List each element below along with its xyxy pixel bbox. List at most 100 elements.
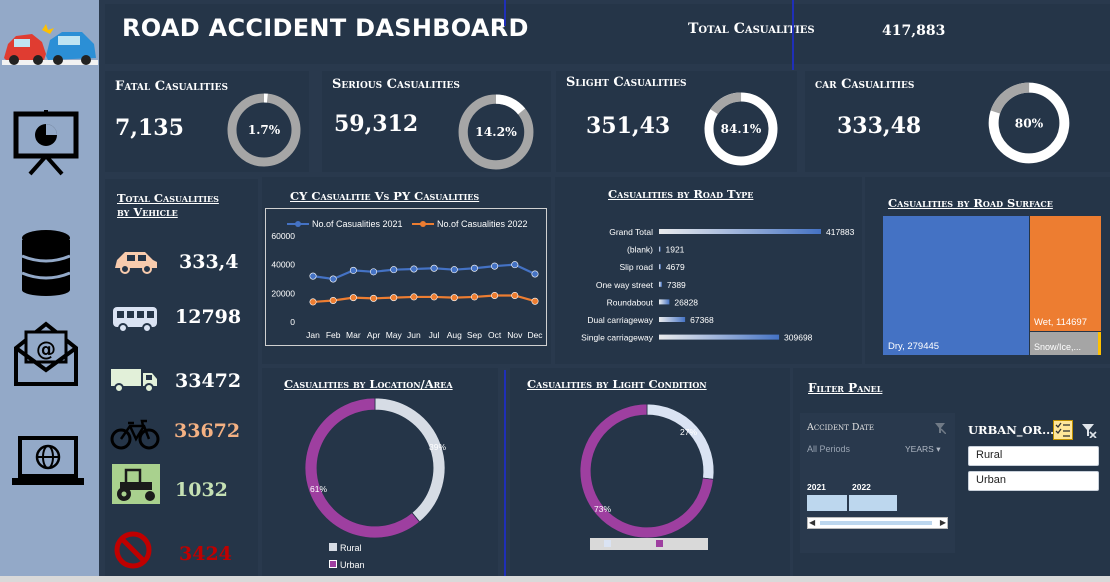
x-tick-label: Sep <box>467 330 482 340</box>
x-tick-label: Feb <box>326 330 341 340</box>
vehicle-other-value: 3424 <box>179 543 232 565</box>
x-tick-label: Jan <box>306 330 320 340</box>
laptop-globe-icon[interactable] <box>12 434 84 490</box>
total-casualities-value: 417,883 <box>882 23 946 39</box>
donut-slice <box>304 397 421 539</box>
legend-item-urban: Urban <box>329 557 365 574</box>
data-point <box>349 266 357 274</box>
date-slicer[interactable]: Accident Date All Periods YEARS ▾ 2021 2… <box>800 413 955 553</box>
timeline-selection[interactable] <box>807 495 897 511</box>
scroll-right-icon[interactable]: ▶ <box>940 518 946 527</box>
legend-swatch <box>604 540 611 547</box>
x-tick-label: Jul <box>429 330 440 340</box>
y-tick-label: 60000 <box>271 231 295 241</box>
periods-label: All Periods <box>807 444 851 454</box>
road-type-bar <box>659 264 661 270</box>
y-tick-label: 20000 <box>271 288 295 298</box>
vehicle-car-value: 333,4 <box>179 251 239 273</box>
multi-select-icon[interactable] <box>1053 420 1073 440</box>
years-dropdown[interactable]: YEARS ▾ <box>905 444 940 455</box>
scroll-thumb[interactable] <box>820 521 932 525</box>
timeline-scrollbar[interactable]: ◀ ▶ <box>807 517 948 529</box>
tractor-icon <box>112 464 160 504</box>
chevron-down-icon: ▾ <box>936 444 941 454</box>
road-type-value: 417883 <box>826 227 855 237</box>
data-point <box>390 266 398 274</box>
sidebar: @ <box>0 0 99 582</box>
clear-filter-icon[interactable] <box>934 422 946 434</box>
scroll-left-icon[interactable]: ◀ <box>809 518 815 527</box>
kpi-ring-chart: 80% <box>988 82 1070 164</box>
data-point <box>511 291 519 299</box>
kpi-ring-label: 1.7% <box>248 123 281 137</box>
donut-slice-label: 27% <box>680 427 697 437</box>
legend-marker <box>420 221 426 227</box>
donut-slice-label: 73% <box>594 504 611 514</box>
data-point <box>531 270 539 278</box>
x-tick-label: Jun <box>407 330 421 340</box>
database-icon[interactable] <box>12 228 80 296</box>
road-type-label: Slip road <box>619 262 653 272</box>
road-type-label: One way street <box>596 280 654 290</box>
year-2022-label: 2022 <box>852 482 871 492</box>
treemap-tile-other <box>1098 332 1101 355</box>
road-type-bar <box>659 229 821 234</box>
x-tick-label: Oct <box>488 330 502 340</box>
kpi-card-car: car Casualities 333,48 80% <box>805 71 1110 172</box>
data-point <box>450 266 458 274</box>
data-point <box>329 275 337 283</box>
svg-text:@: @ <box>36 337 56 361</box>
kpi-card-serious: Serious Casualities 59,312 14.2% <box>322 71 551 172</box>
data-point <box>450 294 458 302</box>
data-point <box>491 262 499 270</box>
slicer-item-rural[interactable]: Rural <box>968 446 1099 466</box>
vehicle-panel-title: Total Casualities by Vehicle <box>117 191 219 219</box>
vehicle-bus-value: 12798 <box>175 306 242 328</box>
location-legend: Rural Urban <box>329 540 365 574</box>
crashed-cars-icon <box>2 24 98 65</box>
data-point <box>470 293 478 301</box>
presentation-chart-icon[interactable] <box>12 108 80 176</box>
road-type-bar <box>659 299 670 305</box>
road-type-value: 1921 <box>666 245 685 255</box>
email-icon[interactable]: @ <box>12 318 80 388</box>
guide-line <box>504 370 506 576</box>
data-point <box>470 264 478 272</box>
kpi-label: Serious Casualities <box>332 77 460 92</box>
clear-filter-icon[interactable] <box>1081 423 1097 438</box>
road-type-bar <box>659 246 661 252</box>
treemap-label-dry: Dry, 279445 <box>888 341 940 352</box>
data-point <box>370 294 378 302</box>
x-tick-label: Apr <box>367 330 380 340</box>
treemap-label-snow: Snow/Ice,... <box>1034 342 1082 352</box>
kpi-ring-chart: 1.7% <box>227 93 301 167</box>
kpi-ring-label: 80% <box>1015 116 1044 130</box>
dashboard-title: ROAD ACCIDENT DASHBOARD <box>122 14 529 42</box>
x-tick-label: Mar <box>346 330 361 340</box>
guide-line <box>504 0 506 26</box>
treemap-tile-snow: Snow/Ice,... <box>1030 332 1098 355</box>
data-point <box>309 298 317 306</box>
light-title: Casualities by Light Condition <box>527 377 707 391</box>
sheet-bottom-strip <box>0 576 1110 582</box>
data-point <box>430 293 438 301</box>
light-donut-chart: 27% 73% <box>579 403 715 539</box>
kpi-ring-chart: 84.1% <box>704 92 778 166</box>
data-point <box>410 265 418 273</box>
urban-slicer-label: URBAN_OR... <box>968 423 1055 437</box>
vehicle-bicycle-value: 33672 <box>174 420 241 442</box>
filter-panel-title: Filter Panel <box>808 381 883 395</box>
kpi-label: Slight Casualities <box>566 75 687 90</box>
year-2021-label: 2021 <box>807 482 826 492</box>
line-chart-title: CY Casualitie Vs PY Casualities <box>290 189 480 203</box>
series-line <box>312 263 536 281</box>
road-type-bar <box>659 281 662 287</box>
kpi-label: car Casualities <box>815 77 915 92</box>
timeline-divider <box>847 495 849 511</box>
kpi-value: 333,48 <box>837 113 922 139</box>
kpi-card-fatal: Fatal Casualities 7,135 1.7% <box>105 71 309 172</box>
data-point <box>309 272 317 280</box>
slicer-item-urban[interactable]: Urban <box>968 471 1099 491</box>
x-tick-label: May <box>386 330 403 340</box>
road-type-chart: Grand Total 417883 (blank) 1921 Slip road 467… <box>581 227 855 343</box>
